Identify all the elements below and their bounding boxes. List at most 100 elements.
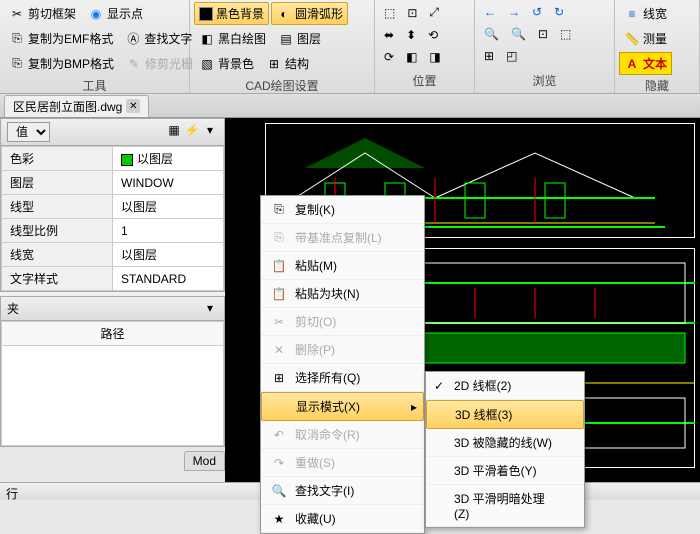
path-column-header: 路径 [2, 322, 224, 346]
pos-icon-button[interactable]: ⬚ [379, 3, 400, 23]
search-icon: Ⓐ [125, 31, 141, 47]
menu-redo[interactable]: ↷重做(S) [261, 449, 424, 477]
structure-button[interactable]: ⊞结构 [261, 52, 314, 75]
undo-icon: ↶ [269, 427, 289, 443]
bw-icon: ◧ [199, 31, 215, 47]
extent-button[interactable]: ⬚ [555, 24, 576, 44]
submenu-2d-wireframe[interactable]: ✓2D 线框(2) [426, 372, 584, 400]
copy-icon: ⎘ [9, 56, 25, 72]
menu-delete[interactable]: ✕删除(P) [261, 336, 424, 364]
pos-icon-button[interactable]: ⊡ [402, 3, 422, 23]
pos-icon-button[interactable]: ⬍ [401, 25, 421, 45]
table-row[interactable]: 线型比例1 [2, 219, 224, 243]
ruler-icon: 📏 [624, 31, 640, 47]
copy-emf-button[interactable]: ⎘复制为EMF格式 [4, 27, 118, 50]
nav-left-button[interactable]: ← [479, 2, 501, 22]
document-tab-bar: 区民居剖立面图.dwg ✕ [0, 94, 700, 118]
smooth-arc-button[interactable]: ◐圆滑弧形 [271, 2, 348, 25]
ribbon-toolbar: ✂剪切框架 ◉显示点 ⎘复制为EMF格式 Ⓐ查找文字 ⎘复制为BMP格式 ✎修剪… [0, 0, 700, 94]
show-points-button[interactable]: ◉显示点 [83, 2, 148, 25]
submenu-3d-wireframe[interactable]: 3D 线框(3) [426, 400, 584, 429]
menu-cut[interactable]: ✂剪切(O) [261, 308, 424, 336]
context-menu: ⎘复制(K) ⎘带基准点复制(L) 📋粘贴(M) 📋粘贴为块(N) ✂剪切(O)… [260, 195, 425, 534]
pos-icon-button[interactable]: ⟲ [423, 25, 443, 45]
bgcolor-icon: ▧ [199, 56, 215, 72]
select-all-icon: ⊞ [269, 370, 289, 386]
cut-frame-button[interactable]: ✂剪切框架 [4, 2, 81, 25]
text-button[interactable]: A文本 [619, 52, 672, 75]
properties-table: 色彩以图层 图层WINDOW 线型以图层 线型比例1 线宽以图层 文字样式STA… [1, 146, 224, 291]
table-row[interactable]: 文字样式STANDARD [2, 267, 224, 291]
menu-paste-block[interactable]: 📋粘贴为块(N) [261, 280, 424, 308]
ribbon-group-hide: ≡线宽 📏测量 A文本 隐藏 [615, 0, 700, 93]
blank-icon [270, 399, 290, 415]
submenu-3d-smooth[interactable]: 3D 平滑明暗处理(Z) [426, 485, 584, 527]
ribbon-group-label: 工具 [4, 75, 185, 96]
layers-button[interactable]: ▤图层 [273, 27, 326, 50]
pos-icon-button[interactable]: ◨ [424, 47, 445, 67]
paste-icon: 📋 [269, 286, 289, 302]
ribbon-group-browse: ←→↺↻ 🔍🔍⊡⬚ ⊞◰ 浏览 [475, 0, 615, 93]
chevron-right-icon: ▸ [411, 400, 417, 414]
star-icon: ★ [269, 511, 289, 527]
ribbon-group-cad: 黑色背景 ◐圆滑弧形 ◧黑白绘图 ▤图层 ▧背景色 ⊞结构 CAD绘图设置 [190, 0, 375, 93]
menu-cancel[interactable]: ↶取消命令(R) [261, 421, 424, 449]
zoom-in-button[interactable]: 🔍 [479, 24, 504, 44]
linewidth-button[interactable]: ≡线宽 [619, 2, 672, 25]
square-icon [199, 7, 213, 21]
ribbon-group-position: ⬚⊡⤢ ⬌⬍⟲ ⟳◧◨ 位置 [375, 0, 475, 93]
bg-color-button[interactable]: ▧背景色 [194, 52, 259, 75]
panel-icon-button[interactable]: ⚡ [184, 122, 200, 138]
chevron-down-icon[interactable]: ▾ [202, 300, 218, 316]
find-text-button[interactable]: Ⓐ查找文字 [120, 27, 197, 50]
copy-bmp-button[interactable]: ⎘复制为BMP格式 [4, 52, 119, 75]
zoom-out-button[interactable]: 🔍 [506, 24, 531, 44]
pos-icon-button[interactable]: ⬌ [379, 25, 399, 45]
check-icon: ✓ [434, 379, 444, 393]
nav-rot-button[interactable]: ↺ [527, 2, 547, 22]
ribbon-group-label: 浏览 [479, 70, 610, 91]
fit-button[interactable]: ⊡ [533, 24, 553, 44]
paste-icon: 📋 [269, 258, 289, 274]
nav-right-button[interactable]: → [503, 2, 525, 22]
properties-panel: 值 ▦ ⚡ ▾ 色彩以图层 图层WINDOW 线型以图层 线型比例1 线宽以图层… [0, 118, 225, 447]
trim-raster-button[interactable]: ✎修剪光栅 [121, 52, 198, 75]
close-icon[interactable]: ✕ [126, 99, 140, 113]
pos-icon-button[interactable]: ◧ [401, 47, 422, 67]
search-icon: 🔍 [269, 483, 289, 499]
black-bg-button[interactable]: 黑色背景 [194, 2, 269, 25]
scissors-icon: ✂ [9, 6, 25, 22]
nav-button[interactable]: ◰ [501, 46, 522, 66]
panel-dropdown[interactable]: 值 [7, 122, 50, 142]
submenu-3d-hidden[interactable]: 3D 被隐藏的线(W) [426, 429, 584, 457]
menu-select-all[interactable]: ⊞选择所有(Q) [261, 364, 424, 392]
bw-draw-button[interactable]: ◧黑白绘图 [194, 27, 271, 50]
copy-icon: ⎘ [269, 202, 289, 218]
line-icon: ≡ [624, 6, 640, 22]
pos-icon-button[interactable]: ⟳ [379, 47, 399, 67]
ribbon-group-label: 隐藏 [619, 75, 695, 96]
document-tab[interactable]: 区民居剖立面图.dwg ✕ [4, 95, 149, 117]
model-tab[interactable]: Mod [184, 451, 225, 471]
submenu-3d-flat[interactable]: 3D 平滑着色(Y) [426, 457, 584, 485]
menu-display-mode[interactable]: 显示模式(X)▸ [261, 392, 424, 421]
table-row[interactable]: 图层WINDOW [2, 171, 224, 195]
menu-paste[interactable]: 📋粘贴(M) [261, 252, 424, 280]
measure-button[interactable]: 📏测量 [619, 27, 672, 50]
nav-rot-button[interactable]: ↻ [549, 2, 569, 22]
panel-icon-button[interactable]: ▾ [202, 122, 218, 138]
menu-copy[interactable]: ⎘复制(K) [261, 196, 424, 224]
table-row[interactable]: 线宽以图层 [2, 243, 224, 267]
menu-copy-base[interactable]: ⎘带基准点复制(L) [261, 224, 424, 252]
panel-icon-button[interactable]: ▦ [166, 122, 182, 138]
copy-icon: ⎘ [9, 31, 25, 47]
point-icon: ◉ [88, 6, 104, 22]
display-mode-submenu: ✓2D 线框(2) 3D 线框(3) 3D 被隐藏的线(W) 3D 平滑着色(Y… [425, 371, 585, 528]
table-row[interactable]: 色彩以图层 [2, 147, 224, 171]
menu-favorite[interactable]: ★收藏(U) [261, 505, 424, 533]
menu-find-text[interactable]: 🔍查找文字(I) [261, 477, 424, 505]
pos-icon-button[interactable]: ⤢ [424, 2, 444, 23]
table-row[interactable]: 线型以图层 [2, 195, 224, 219]
copy-icon: ⎘ [269, 230, 289, 246]
nav-button[interactable]: ⊞ [479, 46, 499, 66]
